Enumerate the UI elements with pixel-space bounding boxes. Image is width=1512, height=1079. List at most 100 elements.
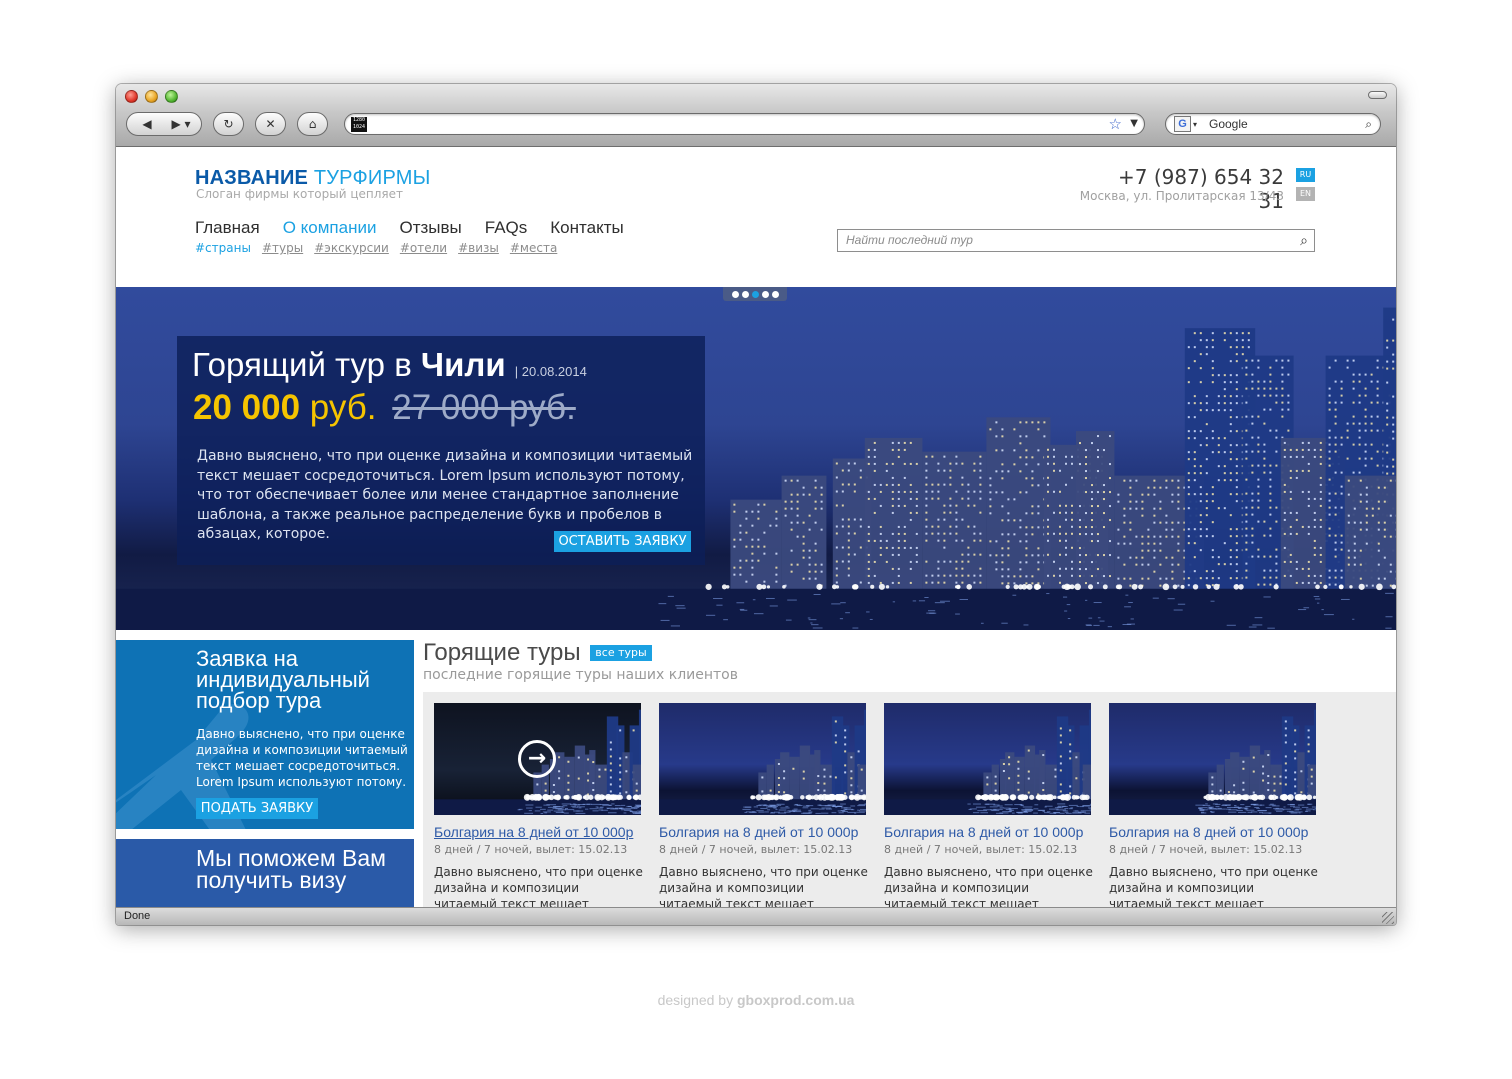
back-forward-buttons[interactable]: ◀ ▶ ▾ bbox=[126, 112, 202, 136]
tour-text: Давно выяснено, что при оценке дизайна и… bbox=[659, 865, 868, 907]
tour-text: Давно выяснено, что при оценке дизайна и… bbox=[1109, 865, 1318, 907]
tag-hotels[interactable]: #отели bbox=[400, 241, 447, 255]
home-icon: ⌂ bbox=[308, 117, 317, 131]
browser-toolbar: ◀ ▶ ▾ ↻ ✕ ⌂ 1280 1024 ☆ ▼ G ▾ Google ⌕ bbox=[116, 84, 1396, 147]
address: Москва, ул. Пролитарская 13/43 bbox=[1079, 189, 1284, 203]
visa-block[interactable]: Мы поможем Вам получить визу bbox=[116, 839, 414, 907]
slider-dot[interactable] bbox=[731, 290, 739, 298]
apply-title: Заявка на индивидуальный подбор тура bbox=[196, 646, 370, 713]
stop-button[interactable]: ✕ bbox=[255, 112, 286, 136]
browser-window: ◀ ▶ ▾ ↻ ✕ ⌂ 1280 1024 ☆ ▼ G ▾ Google ⌕ НА… bbox=[116, 84, 1396, 925]
all-tours-button[interactable]: все туры bbox=[590, 645, 652, 661]
tour-card[interactable]: → Болгария на 8 дней от 10 000р 8 дней /… bbox=[434, 703, 643, 907]
tour-card[interactable]: Болгария на 8 дней от 10 000р 8 дней / 7… bbox=[659, 703, 868, 907]
back-arrow-icon[interactable]: ◀ bbox=[130, 117, 164, 131]
tour-thumbnail[interactable] bbox=[884, 703, 1091, 815]
promo-price-value: 20 000 bbox=[193, 388, 301, 427]
resize-handle[interactable] bbox=[1382, 912, 1394, 924]
hot-tours-list: → Болгария на 8 дней от 10 000р 8 дней /… bbox=[423, 692, 1396, 907]
status-text: Done bbox=[124, 910, 151, 922]
tour-search-input[interactable]: Найти последний тур ⌕ bbox=[837, 229, 1315, 252]
stop-icon: ✕ bbox=[265, 117, 276, 131]
tag-excursions[interactable]: #экскурсии bbox=[314, 241, 389, 255]
address-bar[interactable]: 1280 1024 ☆ ▼ bbox=[344, 113, 1145, 135]
tour-meta: 8 дней / 7 ночей, вылет: 15.02.13 bbox=[659, 843, 853, 856]
nav-item-contacts[interactable]: Контакты bbox=[550, 218, 623, 238]
language-ru[interactable]: RU bbox=[1296, 168, 1315, 182]
tour-thumbnail[interactable] bbox=[659, 703, 866, 815]
nav-item-faqs[interactable]: FAQs bbox=[485, 218, 528, 238]
apply-text: Давно выяснено, что при оценке дизайна и… bbox=[196, 727, 408, 789]
search-placeholder: Найти последний тур bbox=[846, 233, 973, 247]
credit-prefix: designed by bbox=[657, 992, 737, 1008]
toolbar-toggle-button[interactable] bbox=[1368, 91, 1387, 99]
tour-title[interactable]: Болгария на 8 дней от 10 000р bbox=[1109, 824, 1316, 840]
minimize-window-button[interactable] bbox=[145, 90, 158, 103]
leave-request-button[interactable]: ОСТАВИТЬ ЗАЯВКУ bbox=[554, 531, 691, 552]
reload-icon: ↻ bbox=[223, 117, 234, 131]
slogan: Слоган фирмы который цепляет bbox=[196, 187, 404, 201]
tag-visas[interactable]: #визы bbox=[458, 241, 499, 255]
tour-title[interactable]: Болгария на 8 дней от 10 000р bbox=[434, 824, 641, 840]
slider-dots bbox=[723, 287, 787, 301]
resolution-badge: 1280 1024 bbox=[351, 117, 367, 132]
tour-meta: 8 дней / 7 ночей, вылет: 15.02.13 bbox=[884, 843, 1078, 856]
tour-image bbox=[884, 709, 1091, 815]
hot-tours-title: Горящие туры bbox=[423, 639, 581, 666]
status-bar: Done bbox=[116, 907, 1396, 925]
apply-block: Заявка на индивидуальный подбор тура Дав… bbox=[116, 640, 414, 829]
browser-search-field[interactable]: G ▾ Google ⌕ bbox=[1165, 113, 1381, 135]
page-content: НАЗВАНИЕ ТУРФИРМЫ Слоган фирмы который ц… bbox=[116, 147, 1396, 907]
promo-title: Горящий тур в Чили | 20.08.2014 bbox=[192, 346, 587, 384]
brand-name: НАЗВАНИЕ bbox=[195, 167, 309, 189]
slider-dot[interactable] bbox=[761, 290, 769, 298]
tour-card[interactable]: Болгария на 8 дней от 10 000р 8 дней / 7… bbox=[884, 703, 1093, 907]
hero-slider: Горящий тур в Чили | 20.08.2014 20 000 р… bbox=[116, 287, 1396, 630]
designer-credit: designed by gboxprod.com.ua bbox=[0, 992, 1512, 1008]
promo-title-prefix: Горящий тур в bbox=[192, 346, 421, 383]
credit-site[interactable]: gboxprod.com.ua bbox=[737, 992, 854, 1008]
submit-request-button[interactable]: ПОДАТЬ ЗАЯВКУ bbox=[196, 798, 318, 819]
tour-thumbnail[interactable] bbox=[1109, 703, 1316, 815]
slider-dot[interactable] bbox=[741, 290, 749, 298]
nav-item-about[interactable]: О компании bbox=[283, 218, 377, 238]
visa-title: Мы поможем Вам получить визу bbox=[196, 845, 386, 893]
zoom-window-button[interactable] bbox=[165, 90, 178, 103]
bookmark-star-icon[interactable]: ☆ bbox=[1109, 115, 1122, 133]
arrow-right-circle-icon[interactable]: → bbox=[518, 740, 556, 778]
tour-title[interactable]: Болгария на 8 дней от 10 000р bbox=[659, 824, 866, 840]
tour-thumbnail[interactable]: → bbox=[434, 703, 641, 815]
home-button[interactable]: ⌂ bbox=[297, 112, 328, 136]
nav-item-home[interactable]: Главная bbox=[195, 218, 260, 238]
forward-arrow-icon[interactable]: ▶ ▾ bbox=[164, 117, 198, 131]
tag-countries[interactable]: #страны bbox=[195, 241, 251, 255]
close-window-button[interactable] bbox=[125, 90, 138, 103]
promo-date: | 20.08.2014 bbox=[514, 364, 587, 379]
chevron-down-icon[interactable]: ▾ bbox=[1193, 115, 1197, 135]
language-en[interactable]: EN bbox=[1296, 187, 1315, 201]
search-icon[interactable]: ⌕ bbox=[1300, 232, 1308, 249]
tour-title[interactable]: Болгария на 8 дней от 10 000р bbox=[884, 824, 1091, 840]
promo-price: 20 000 руб. 27 000 руб. bbox=[193, 388, 576, 428]
tour-meta: 8 дней / 7 ночей, вылет: 15.02.13 bbox=[1109, 843, 1303, 856]
tour-image bbox=[1109, 709, 1316, 815]
tag-links: #страны #туры #экскурсии #отели #визы #м… bbox=[195, 241, 557, 255]
tour-text: Давно выяснено, что при оценке дизайна и… bbox=[884, 865, 1093, 907]
promo-country: Чили bbox=[420, 346, 506, 383]
chevron-down-icon[interactable]: ▼ bbox=[1130, 118, 1138, 129]
tag-tours[interactable]: #туры bbox=[262, 241, 303, 255]
tour-meta: 8 дней / 7 ночей, вылет: 15.02.13 bbox=[434, 843, 628, 856]
brand-name-light: ТУРФИРМЫ bbox=[313, 167, 431, 189]
promo-panel: Горящий тур в Чили | 20.08.2014 20 000 р… bbox=[177, 336, 705, 565]
slider-dot[interactable] bbox=[751, 290, 759, 298]
tour-image bbox=[659, 709, 866, 815]
tag-places[interactable]: #места bbox=[510, 241, 557, 255]
nav-item-reviews[interactable]: Отзывы bbox=[399, 218, 461, 238]
search-icon[interactable]: ⌕ bbox=[1365, 114, 1372, 134]
tour-text: Давно выяснено, что при оценке дизайна и… bbox=[434, 865, 643, 907]
search-engine-label: Google bbox=[1209, 117, 1248, 131]
google-icon[interactable]: G bbox=[1174, 116, 1191, 132]
reload-button[interactable]: ↻ bbox=[213, 112, 244, 136]
tour-card[interactable]: Болгария на 8 дней от 10 000р 8 дней / 7… bbox=[1109, 703, 1318, 907]
slider-dot[interactable] bbox=[771, 290, 779, 298]
